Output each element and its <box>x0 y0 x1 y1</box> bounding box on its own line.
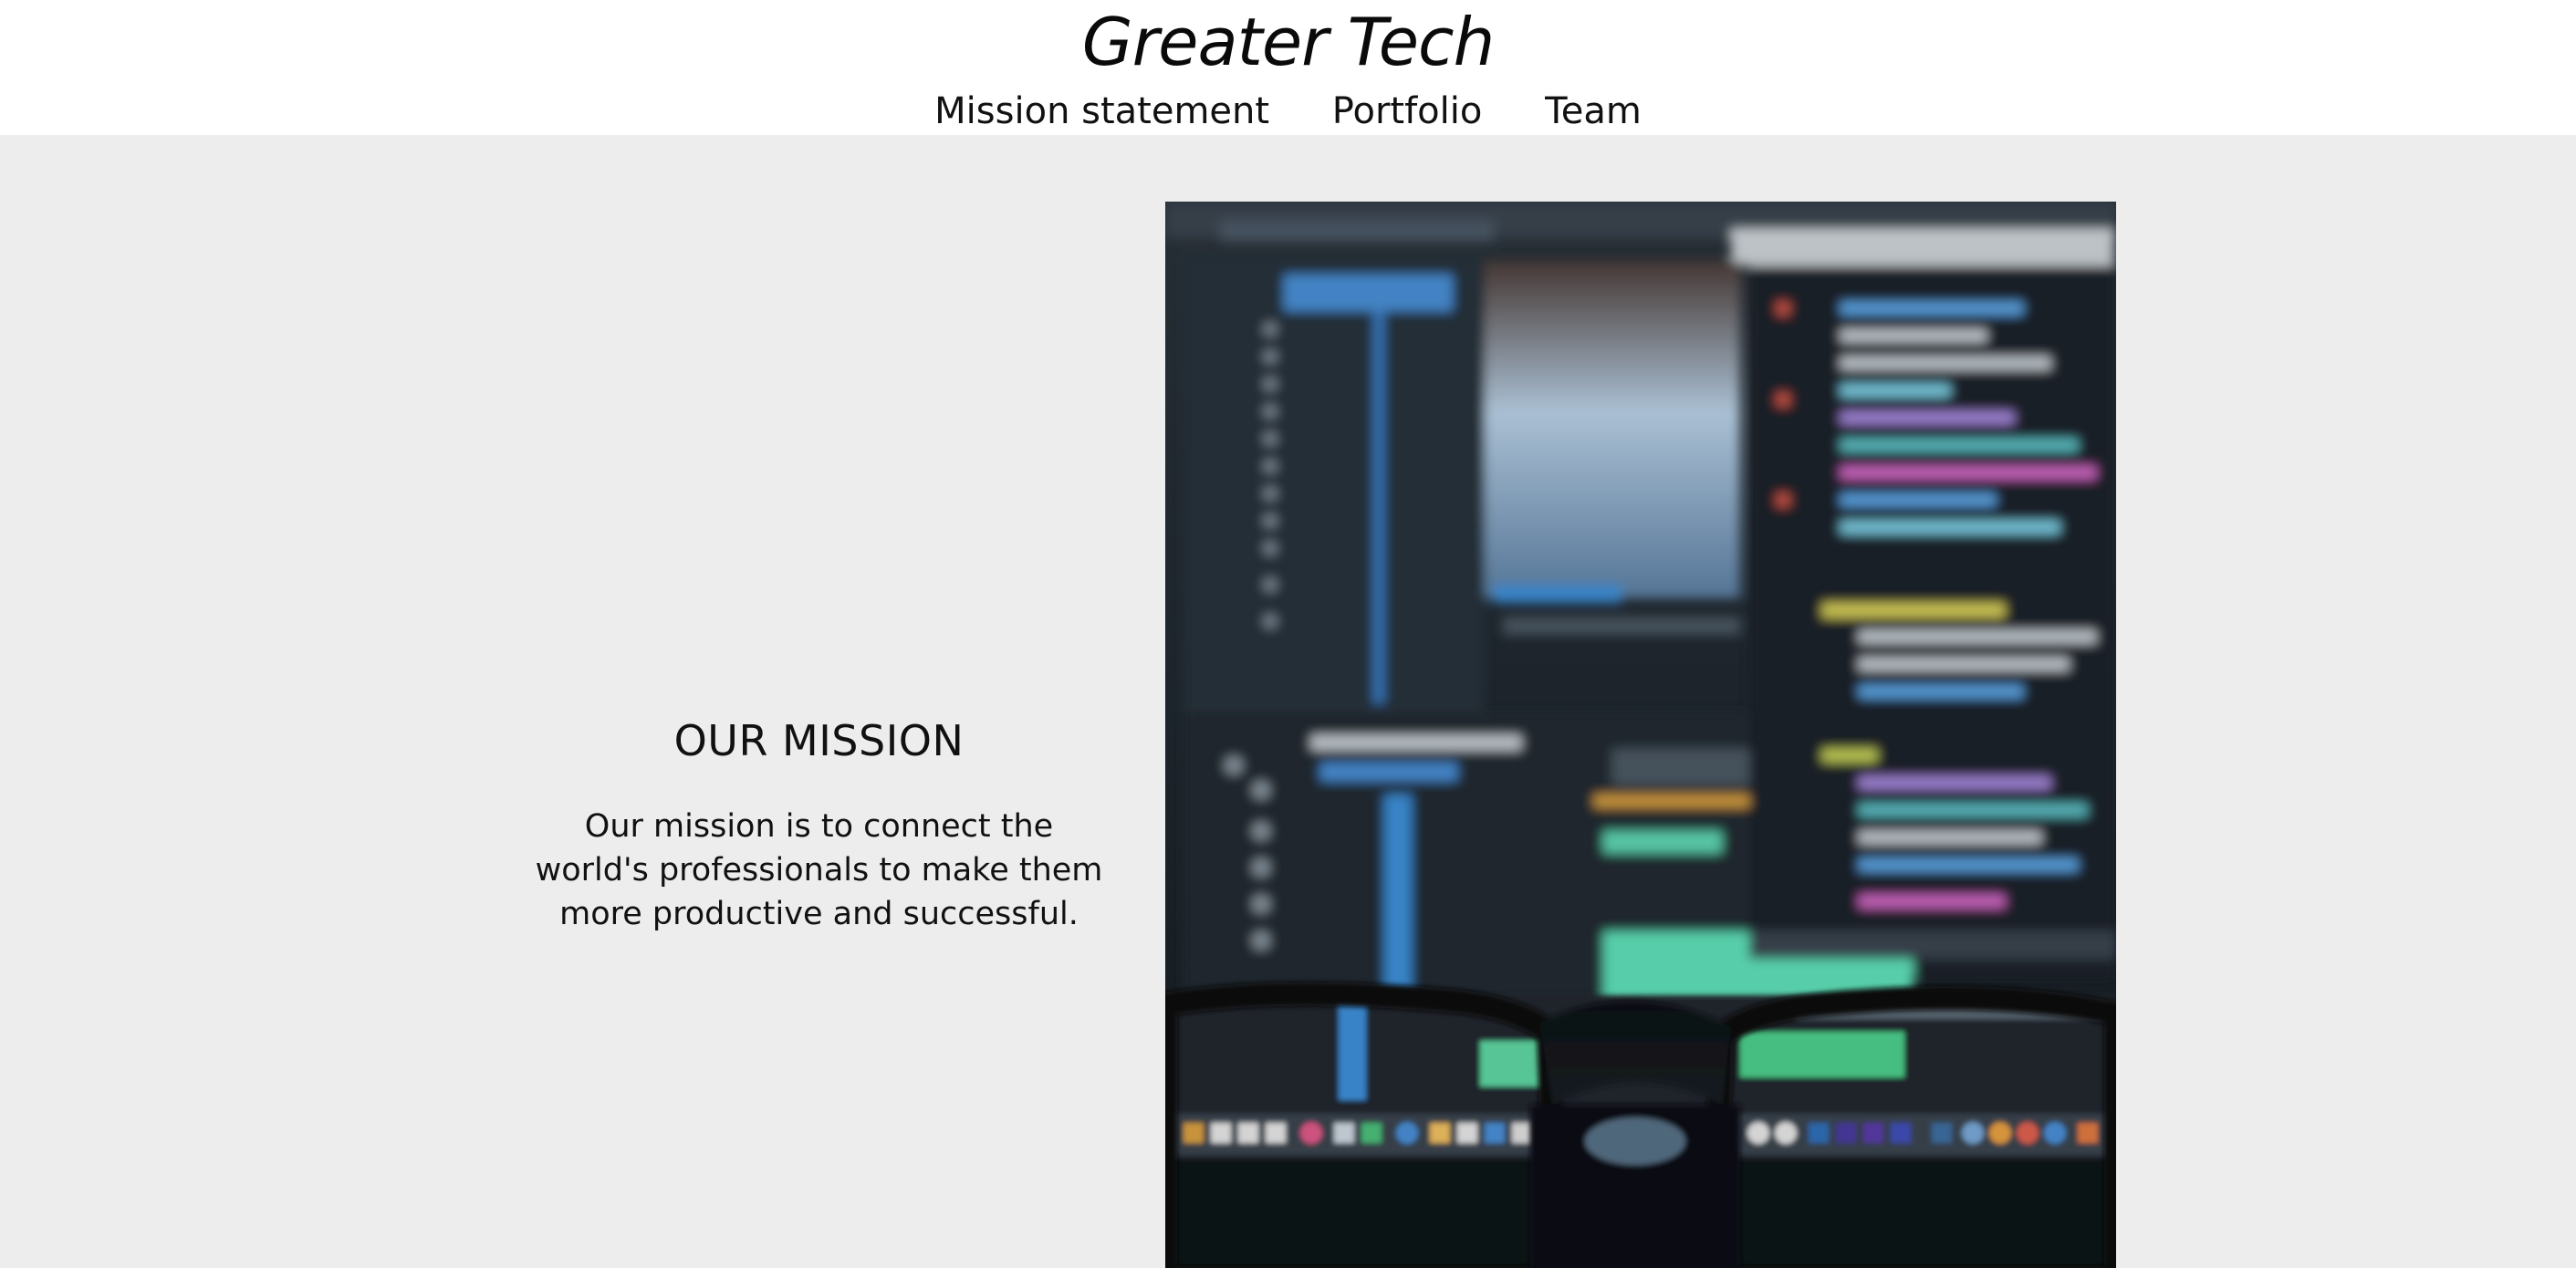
mission-text-block: OUR MISSION Our mission is to connect th… <box>529 712 1109 936</box>
mission-heading: OUR MISSION <box>673 716 965 765</box>
brand-logo-text[interactable]: Greater Tech <box>0 0 2576 84</box>
code-screen-photo-icon <box>1165 202 2116 1268</box>
main-nav: Mission statement Portfolio Team <box>0 86 2576 137</box>
nav-link-mission-statement[interactable]: Mission statement <box>934 86 1269 137</box>
mission-body: Our mission is to connect the world's pr… <box>535 808 1103 932</box>
mission-section: OUR MISSION Our mission is to connect th… <box>0 135 2576 1268</box>
nav-link-portfolio[interactable]: Portfolio <box>1332 86 1483 137</box>
nav-link-team[interactable]: Team <box>1545 86 1642 137</box>
site-header: Greater Tech Mission statement Portfolio… <box>0 0 2576 135</box>
hero-photo <box>1165 202 2116 1268</box>
